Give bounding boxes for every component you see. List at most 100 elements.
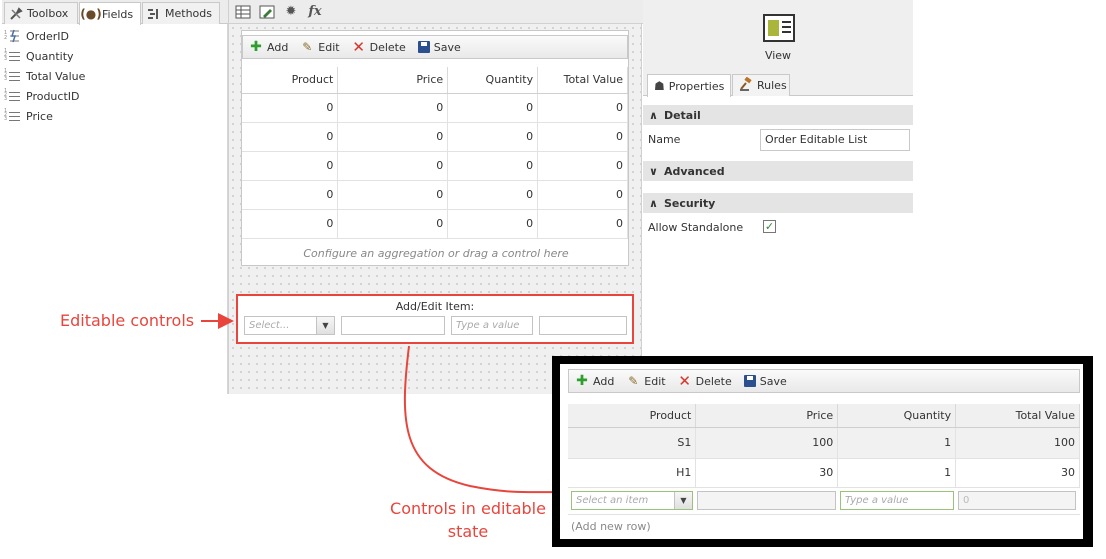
runtime-preview: ✚ Add ✎ Edit ✕ Delete Save Product Price (552, 356, 1093, 547)
cell: 0 (337, 151, 449, 181)
price-textbox[interactable] (341, 316, 445, 335)
price-textbox[interactable] (697, 491, 836, 510)
cell: 100 (955, 427, 1080, 459)
aggregation-hint[interactable]: Configure an aggregation or drag a contr… (242, 247, 630, 260)
edit-button-label: Edit (644, 374, 666, 388)
field-list: 12 OrderID 123 Quantity 123 Total Value … (2, 26, 228, 126)
product-select-dropdown[interactable]: Select... ▼ (244, 316, 335, 335)
field-item-productid[interactable]: 123 ProductID (2, 86, 228, 106)
cell: 1 (837, 427, 957, 459)
edit-view-icon[interactable] (259, 4, 275, 20)
properties-panel: View ☗ Properties Rules ∧ Detail Name Or… (643, 0, 913, 394)
cell: 1 (837, 458, 957, 488)
table-row[interactable]: 0000 (242, 209, 628, 239)
section-security[interactable]: ∧ Security (643, 193, 913, 213)
tab-rules[interactable]: Rules (732, 74, 790, 96)
column-header-quantity[interactable]: Quantity (447, 67, 539, 94)
delete-button-label: Delete (369, 40, 406, 54)
add-new-row[interactable]: (Add new row) (568, 514, 1080, 538)
section-advanced[interactable]: ∨ Advanced (643, 161, 913, 181)
column-header-total-value[interactable]: Total Value (537, 67, 628, 94)
field-item-quantity[interactable]: 123 Quantity (2, 46, 228, 66)
table-row[interactable]: H1 30 1 30 (568, 458, 1080, 488)
add-button[interactable]: ✚ Add (249, 40, 288, 54)
design-grid: Product Price Quantity Total Value 0000 … (242, 67, 628, 239)
view-label: View (764, 49, 792, 62)
field-item-price[interactable]: 123 Price (2, 106, 228, 126)
cell: 0 (537, 180, 628, 210)
canvas-toolbar: ✹ fx (229, 0, 643, 24)
save-button-label: Save (759, 374, 787, 388)
delete-button[interactable]: ✕ Delete (678, 374, 732, 389)
name-field[interactable]: Order Editable List (760, 129, 910, 151)
tab-methods[interactable]: Methods (142, 2, 220, 24)
number-field-icon: 123 (4, 89, 20, 103)
list-view-designer: ✚ Add ✎ Edit ✕ Delete Save Product Price (241, 30, 629, 266)
column-header-product[interactable]: Product (242, 67, 339, 94)
plus-icon: ✚ (576, 373, 588, 389)
allow-standalone-checkbox[interactable]: ✓ (763, 220, 776, 233)
add-button[interactable]: ✚ Add (575, 374, 614, 388)
table-row[interactable]: 0000 (242, 122, 628, 152)
field-item-orderid[interactable]: 12 OrderID (2, 26, 228, 46)
total-value-textbox[interactable] (539, 316, 627, 335)
edit-button[interactable]: ✎ Edit (300, 40, 339, 54)
left-panel: Toolbox (●) Fields Methods 12 OrderID 12… (2, 0, 228, 394)
list-view-icon[interactable] (235, 4, 251, 20)
column-header-price[interactable]: Price (695, 404, 839, 428)
table-row[interactable]: 0000 (242, 180, 628, 210)
section-advanced-label: Advanced (663, 164, 725, 178)
cell: 0 (537, 122, 628, 152)
chevron-up-icon: ∧ (649, 108, 658, 122)
column-header-price[interactable]: Price (337, 67, 449, 94)
pencil-icon: ✎ (302, 40, 313, 54)
table-row[interactable]: 0000 (242, 151, 628, 181)
column-header-quantity[interactable]: Quantity (837, 404, 957, 428)
chevron-down-icon[interactable]: ▼ (674, 492, 692, 509)
svg-text:2: 2 (4, 35, 7, 41)
runtime-list: ✚ Add ✎ Edit ✕ Delete Save Product Price (560, 364, 1083, 539)
section-detail[interactable]: ∧ Detail (643, 105, 913, 125)
delete-button-label: Delete (695, 374, 732, 388)
edit-button[interactable]: ✎ Edit (626, 374, 665, 388)
add-button-label: Add (593, 374, 615, 388)
tab-rules-label: Rules (757, 79, 787, 92)
save-button[interactable]: Save (743, 374, 787, 388)
runtime-grid: Product Price Quantity Total Value S1 100… (568, 404, 1080, 488)
cell: 0 (447, 180, 539, 210)
table-row[interactable]: 0000 (242, 93, 628, 123)
design-canvas[interactable]: ✹ fx ✚ Add ✎ Edit ✕ Delete Save Product … (228, 0, 643, 394)
annotation-editable-controls: Editable controls (60, 311, 195, 330)
table-row[interactable]: S1 100 1 100 (568, 427, 1080, 459)
cell: H1 (568, 458, 697, 488)
tab-fields[interactable]: (●) Fields (79, 2, 141, 25)
number-field-icon: 123 (4, 49, 20, 63)
fx-icon[interactable]: fx (307, 4, 323, 20)
product-select-dropdown[interactable]: Select an item ▼ (571, 491, 693, 510)
field-label: ProductID (26, 89, 80, 103)
gear-icon[interactable]: ✹ (283, 4, 299, 20)
rules-gavel-icon (739, 76, 753, 94)
tab-properties-label: Properties (668, 79, 725, 93)
total-value-textbox[interactable]: 0 (958, 491, 1076, 510)
chevron-down-icon[interactable]: ▼ (316, 317, 334, 334)
delete-button[interactable]: ✕ Delete (352, 40, 406, 55)
cell: 0 (242, 180, 339, 210)
select-placeholder: Select... (249, 320, 290, 331)
tab-toolbox[interactable]: Toolbox (4, 2, 78, 24)
total-value-placeholder: 0 (963, 495, 970, 506)
cell: 0 (242, 209, 339, 239)
runtime-list-toolbar: ✚ Add ✎ Edit ✕ Delete Save (568, 369, 1080, 393)
annotation-controls-editable-state: Controls in editable state (388, 497, 548, 543)
add-edit-title: Add/Edit Item: (395, 300, 475, 313)
column-header-total-value[interactable]: Total Value (955, 404, 1080, 428)
quantity-textbox[interactable]: Type a value (451, 316, 533, 335)
tab-properties[interactable]: ☗ Properties (647, 74, 731, 97)
cell: 0 (242, 122, 339, 152)
save-button[interactable]: Save (417, 41, 461, 54)
cell: 100 (695, 427, 839, 459)
column-header-product[interactable]: Product (568, 404, 697, 428)
cell: 0 (447, 93, 539, 123)
quantity-textbox[interactable]: Type a value (840, 491, 954, 510)
field-item-total-value[interactable]: 123 Total Value (2, 66, 228, 86)
